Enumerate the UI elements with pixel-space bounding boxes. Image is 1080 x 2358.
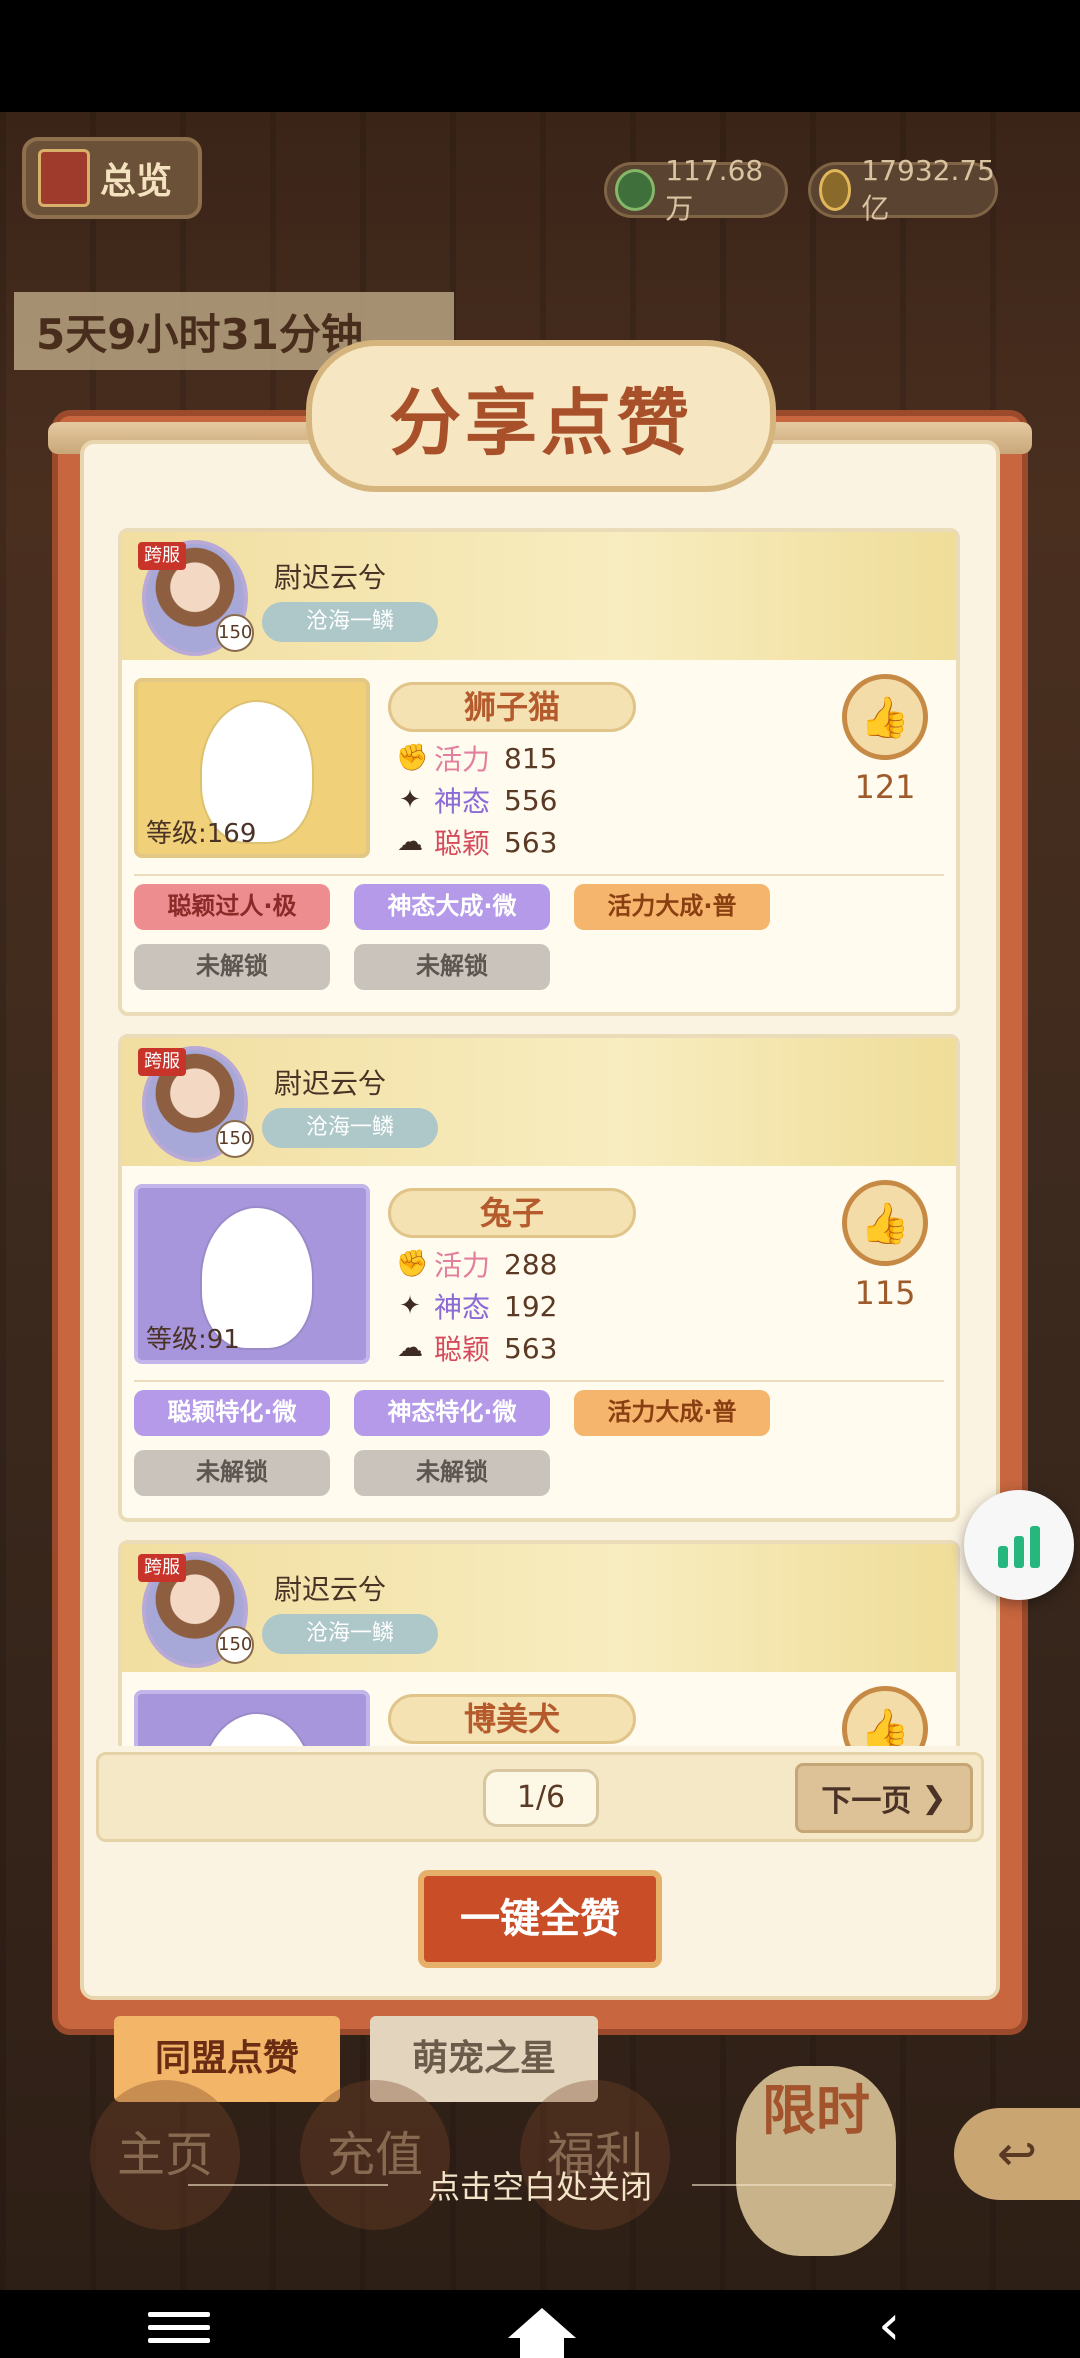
nav-limited[interactable]: 限时 bbox=[736, 2066, 896, 2256]
avatar-level: 150 bbox=[216, 1626, 254, 1664]
overview-label: 总览 bbox=[100, 161, 173, 202]
sparkle-icon: ✦ bbox=[399, 1291, 421, 1321]
stat-value: 815 bbox=[504, 741, 558, 775]
next-page-label: 下一页 bbox=[821, 1784, 912, 1819]
stat-value: 563 bbox=[504, 825, 558, 859]
server-badge: 沧海一鳞 bbox=[262, 602, 438, 642]
trait-badge: 活力大成·普 bbox=[574, 1390, 770, 1436]
stat-label: 聪颖 bbox=[434, 827, 491, 860]
modal-title: 分享点赞 bbox=[388, 380, 693, 465]
back-icon[interactable]: ‹ bbox=[878, 2298, 900, 2354]
chevron-right-icon: ❯ bbox=[921, 1780, 947, 1816]
share-list[interactable]: 跨服 150 尉迟云兮 沧海一鳞 等级:169 狮子猫 ✊ 活力 815 ✦ 神… bbox=[118, 528, 960, 1746]
fist-icon: ✊ bbox=[396, 743, 429, 773]
trait-badge: 聪颖特化·微 bbox=[134, 1390, 330, 1436]
divider bbox=[134, 874, 944, 876]
overview-button[interactable]: 总览 bbox=[22, 137, 202, 219]
stat-vitality: ✊ 活力 815 bbox=[396, 738, 557, 778]
gold-coin-add-icon bbox=[819, 169, 852, 211]
pet-level: 等级:91 bbox=[146, 1325, 240, 1355]
stat-value: 288 bbox=[504, 1247, 558, 1281]
sparkle-icon: ✦ bbox=[399, 785, 421, 815]
pet-name: 兔子 bbox=[388, 1188, 636, 1238]
player-name: 尉迟云兮 bbox=[274, 1573, 387, 1606]
trait-badge: 神态特化·微 bbox=[354, 1390, 550, 1436]
server-badge: 沧海一鳞 bbox=[262, 1108, 438, 1148]
pet-portrait[interactable]: 等级:169 bbox=[134, 678, 370, 858]
cross-server-tag: 跨服 bbox=[138, 1554, 186, 1582]
menu-icon[interactable] bbox=[148, 2312, 210, 2343]
bar-chart-icon bbox=[1014, 1536, 1024, 1568]
like-button[interactable]: 👍 bbox=[842, 674, 928, 760]
like-button[interactable]: 👍 bbox=[842, 1180, 928, 1266]
pet-portrait[interactable] bbox=[134, 1690, 370, 1746]
coin-add-icon bbox=[615, 169, 656, 211]
cross-server-tag: 跨服 bbox=[138, 542, 186, 570]
like-all-button[interactable]: 一键全赞 bbox=[418, 1870, 662, 1968]
currency-silver[interactable]: 117.68万 bbox=[604, 154, 788, 225]
share-card: 跨服 150 尉迟云兮 沧海一鳞 等级:169 狮子猫 ✊ 活力 815 ✦ 神… bbox=[118, 528, 960, 1016]
thumbs-up-icon: 👍 bbox=[860, 1200, 910, 1247]
stat-value: 563 bbox=[504, 1331, 558, 1365]
system-navbar: ‹ bbox=[0, 2290, 1080, 2358]
trait-badge: 聪颖过人·极 bbox=[134, 884, 330, 930]
player-name: 尉迟云兮 bbox=[274, 1067, 387, 1100]
divider bbox=[134, 1380, 944, 1382]
stat-smart: ☁ 聪颖 563 bbox=[396, 1328, 557, 1368]
pet-name: 狮子猫 bbox=[388, 682, 636, 732]
fist-icon: ✊ bbox=[396, 1249, 429, 1279]
stat-grace: ✦ 神态 556 bbox=[396, 780, 557, 820]
currency-silver-value: 117.68万 bbox=[665, 153, 764, 225]
bar-chart-icon bbox=[1030, 1526, 1040, 1568]
stat-label: 活力 bbox=[434, 1249, 491, 1282]
status-bar bbox=[0, 0, 1080, 112]
dog-image bbox=[202, 1714, 312, 1746]
share-card: 跨服 150 尉迟云兮 沧海一鳞 等级:91 兔子 ✊ 活力 288 ✦ 神态 … bbox=[118, 1034, 960, 1522]
pet-portrait[interactable]: 等级:91 bbox=[134, 1184, 370, 1364]
thumbs-up-icon: 👍 bbox=[860, 1706, 910, 1747]
stat-label: 神态 bbox=[434, 1291, 491, 1324]
title-plaque: 分享点赞 bbox=[306, 340, 776, 492]
next-page-button[interactable]: 下一页 ❯ bbox=[795, 1763, 973, 1833]
pet-level: 等级:169 bbox=[146, 819, 257, 849]
stat-value: 556 bbox=[504, 783, 558, 817]
cross-server-tag: 跨服 bbox=[138, 1048, 186, 1076]
trait-badge: 神态大成·微 bbox=[354, 884, 550, 930]
avatar-level: 150 bbox=[216, 1120, 254, 1158]
avatar-level: 150 bbox=[216, 614, 254, 652]
page-indicator: 1/6 bbox=[483, 1769, 599, 1827]
trait-locked: 未解锁 bbox=[354, 944, 550, 990]
trait-locked: 未解锁 bbox=[134, 1450, 330, 1496]
thumbs-up-icon: 👍 bbox=[860, 694, 910, 741]
server-badge: 沧海一鳞 bbox=[262, 1614, 438, 1654]
trait-locked: 未解锁 bbox=[134, 944, 330, 990]
stat-label: 神态 bbox=[434, 785, 491, 818]
stat-smart: ☁ 聪颖 563 bbox=[396, 822, 557, 862]
currency-gold[interactable]: 17932.75亿 bbox=[808, 154, 998, 225]
floating-stats-button[interactable] bbox=[964, 1490, 1074, 1600]
book-icon bbox=[38, 149, 90, 207]
stat-value: 192 bbox=[504, 1289, 558, 1323]
player-name: 尉迟云兮 bbox=[274, 561, 387, 594]
stat-vitality: ✊ 活力 288 bbox=[396, 1244, 557, 1284]
currency-gold-value: 17932.75亿 bbox=[861, 153, 995, 225]
close-hint[interactable]: 点击空白处关闭 bbox=[0, 2162, 1080, 2208]
like-count: 121 bbox=[854, 768, 916, 806]
stat-label: 聪颖 bbox=[434, 1333, 491, 1366]
stat-label: 活力 bbox=[434, 743, 491, 776]
pagination-bar: 1/6 下一页 ❯ bbox=[96, 1752, 984, 1842]
stat-grace: ✦ 神态 192 bbox=[396, 1286, 557, 1326]
brain-icon: ☁ bbox=[397, 827, 423, 857]
trait-locked: 未解锁 bbox=[354, 1450, 550, 1496]
bar-chart-icon bbox=[998, 1546, 1008, 1568]
share-card: 跨服 150 尉迟云兮 沧海一鳞 博美犬 👍 bbox=[118, 1540, 960, 1746]
like-count: 115 bbox=[854, 1274, 916, 1312]
trait-badge: 活力大成·普 bbox=[574, 884, 770, 930]
brain-icon: ☁ bbox=[397, 1333, 423, 1363]
home-icon[interactable] bbox=[508, 2308, 576, 2358]
pet-name: 博美犬 bbox=[388, 1694, 636, 1744]
like-button[interactable]: 👍 bbox=[842, 1686, 928, 1746]
